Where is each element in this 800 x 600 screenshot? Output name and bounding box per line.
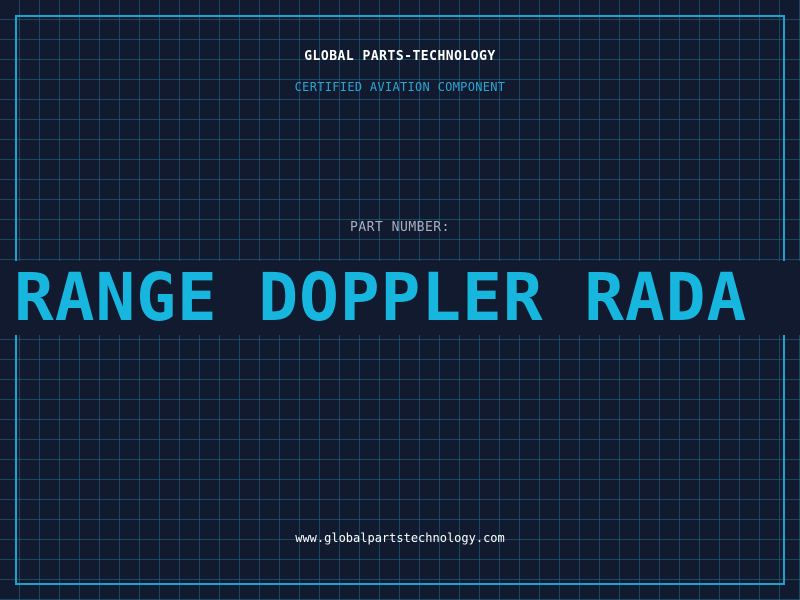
company-name: GLOBAL PARTS-TECHNOLOGY — [304, 49, 496, 64]
part-number-value: RANGE DOPPLER RADA — [14, 261, 748, 335]
website-url: www.globalpartstechnology.com — [295, 531, 505, 545]
part-number-band: RANGE DOPPLER RADA — [0, 261, 800, 335]
part-number-label: PART NUMBER: — [350, 220, 450, 235]
certification-subtitle: CERTIFIED AVIATION COMPONENT — [294, 80, 506, 94]
